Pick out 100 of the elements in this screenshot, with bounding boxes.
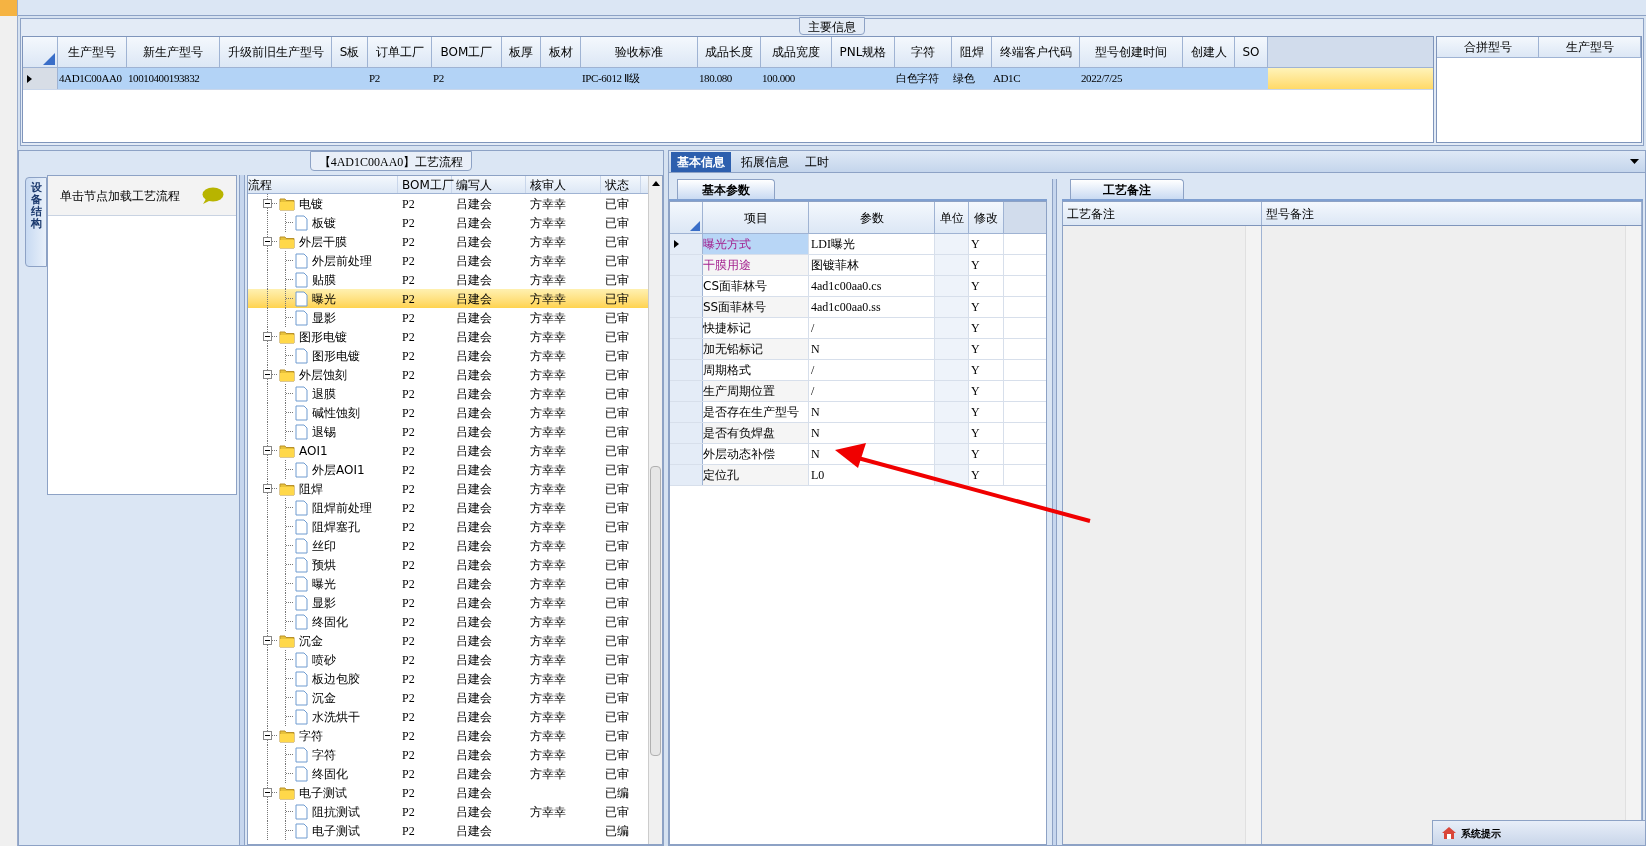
tree-row[interactable]: AOI1 P2 吕建会 方幸幸 已审 [248,441,648,460]
column-header[interactable]: S板 [332,37,368,67]
tree-row[interactable]: 曝光 P2 吕建会 方幸幸 已审 [248,289,648,308]
column-header[interactable]: 板材 [541,37,581,67]
table-cell[interactable]: 周期格式 [703,360,809,380]
tree-row[interactable]: 显影 P2 吕建会 方幸幸 已审 [248,593,648,612]
column-header[interactable]: 字符 [895,37,952,67]
dropdown-icon[interactable] [1630,159,1639,164]
tab[interactable]: 工时 [799,152,835,172]
scrollbar[interactable] [648,176,662,844]
tree-row[interactable]: 水洗烘干 P2 吕建会 方幸幸 已审 [248,707,648,726]
column-header[interactable]: 型号创建时间 [1080,37,1183,67]
tree-row[interactable]: 喷砂 P2 吕建会 方幸幸 已审 [248,650,648,669]
column-header[interactable]: 参数 [809,202,935,233]
tree-row[interactable]: 终固化 P2 吕建会 方幸幸 已审 [248,612,648,631]
column-header[interactable]: 阻焊 [952,37,992,67]
column-header[interactable]: 状态 [601,176,641,193]
tree-row[interactable]: 退膜 P2 吕建会 方幸幸 已审 [248,384,648,403]
table-cell[interactable]: 干膜用途 [703,255,809,275]
tree-row[interactable]: 电镀 P2 吕建会 方幸幸 已审 [248,194,648,213]
column-header[interactable]: 板厚 [502,37,541,67]
column-header[interactable]: 升级前旧生产型号 [220,37,332,67]
tree-row[interactable]: 外层AOI1 P2 吕建会 方幸幸 已审 [248,460,648,479]
side-tab[interactable]: 设备结构 [25,177,47,267]
column-header[interactable]: 生产型号 [58,37,127,67]
column-header[interactable]: BOM工厂 [398,176,452,193]
tree-row[interactable]: 图形电镀 P2 吕建会 方幸幸 已审 [248,327,648,346]
collapse-icon[interactable] [263,199,272,208]
tree-row[interactable]: 沉金 P2 吕建会 方幸幸 已审 [248,631,648,650]
tree-row[interactable]: 字符 P2 吕建会 方幸幸 已审 [248,745,648,764]
collapse-icon[interactable] [263,788,272,797]
column-header[interactable]: 单位 [935,202,969,233]
table-cell[interactable]: 是否有负焊盘 [703,423,809,443]
column-header[interactable]: 成品长度 [698,37,761,67]
table-row[interactable]: 4AD1C00AA0 10010400193832 P2 P2 IPC-6012 Ⅱ级 180.080 100.000 白色字符 绿色 AD1C 2022/7/25 [23,68,1433,90]
column-header[interactable]: 验收标准 [581,37,698,67]
row-header[interactable] [23,68,58,89]
tree-row[interactable]: 沉金 P2 吕建会 方幸幸 已审 [248,688,648,707]
tree-row[interactable]: 电子测试 P2 吕建会 已编 [248,783,648,802]
tree-row[interactable]: 曝光 P2 吕建会 方幸幸 已审 [248,574,648,593]
column-header[interactable]: 项目 [703,202,809,233]
tree-node-label: 图形电镀 [312,347,360,365]
column-header[interactable]: 生产型号 [1539,37,1641,57]
text-area[interactable] [1262,226,1642,844]
column-header[interactable]: 合拼型号 [1437,37,1539,57]
collapse-icon[interactable] [263,636,272,645]
tree-row[interactable]: 外层蚀刻 P2 吕建会 方幸幸 已审 [248,365,648,384]
table-cell[interactable]: 生产周期位置 [703,381,809,401]
column-header[interactable]: 终端客户代码 [992,37,1080,67]
tree-row[interactable]: 外层前处理 P2 吕建会 方幸幸 已审 [248,251,648,270]
row-header[interactable] [670,234,703,254]
tree-row[interactable]: 阻抗测试 P2 吕建会 方幸幸 已审 [248,802,648,821]
table-cell[interactable]: 定位孔 [703,465,809,485]
table-cell[interactable]: 曝光方式 [703,234,809,254]
column-header[interactable]: 核审人 [526,176,601,193]
tree-row[interactable]: 字符 P2 吕建会 方幸幸 已审 [248,726,648,745]
collapse-icon[interactable] [263,237,272,246]
tree-row[interactable]: 显影 P2 吕建会 方幸幸 已审 [248,308,648,327]
tab[interactable]: 工艺备注 [1070,179,1184,199]
tree-row[interactable]: 终固化 P2 吕建会 方幸幸 已审 [248,764,648,783]
collapse-icon[interactable] [263,484,272,493]
collapse-icon[interactable] [263,446,272,455]
tab[interactable]: 基本参数 [677,179,775,199]
collapse-icon[interactable] [263,731,272,740]
table-cell[interactable]: 外层动态补偿 [703,444,809,464]
column-header[interactable]: 新生产型号 [127,37,220,67]
tree-row[interactable]: 板镀 P2 吕建会 方幸幸 已审 [248,213,648,232]
column-header[interactable]: 成品宽度 [761,37,832,67]
table-cell[interactable]: 加无铅标记 [703,339,809,359]
column-header[interactable]: BOM工厂 [432,37,502,67]
tab[interactable]: 基本信息 [671,152,731,172]
tree-row[interactable]: 阻焊 P2 吕建会 方幸幸 已审 [248,479,648,498]
tree-row[interactable]: 阻焊前处理 P2 吕建会 方幸幸 已审 [248,498,648,517]
tab[interactable]: 拓展信息 [735,152,795,172]
column-header[interactable]: 流程 [248,176,398,193]
tree-row[interactable]: 退锡 P2 吕建会 方幸幸 已审 [248,422,648,441]
text-area[interactable] [1063,226,1262,844]
table-cell[interactable]: SS面菲林号 [703,297,809,317]
notification-popup[interactable]: 系统提示 [1432,820,1646,846]
column-header[interactable]: 工艺备注 [1063,202,1262,225]
tree-row[interactable]: 图形电镀 P2 吕建会 方幸幸 已审 [248,346,648,365]
table-cell[interactable]: 是否存在生产型号 [703,402,809,422]
collapse-icon[interactable] [263,332,272,341]
tree-row[interactable]: 丝印 P2 吕建会 方幸幸 已审 [248,536,648,555]
tree-row[interactable]: 碱性蚀刻 P2 吕建会 方幸幸 已审 [248,403,648,422]
tree-row[interactable]: 板边包胶 P2 吕建会 方幸幸 已审 [248,669,648,688]
column-header[interactable]: 型号备注 [1262,202,1642,225]
focused-cell[interactable] [1268,68,1433,89]
column-header[interactable]: PNL规格 [832,37,895,67]
tree-row[interactable]: 预烘 P2 吕建会 方幸幸 已审 [248,555,648,574]
table-cell[interactable]: 快捷标记 [703,318,809,338]
column-header[interactable]: 订单工厂 [368,37,432,67]
tree-row[interactable]: 电子测试 P2 吕建会 已编 [248,821,648,840]
tree-row[interactable]: 外层干膜 P2 吕建会 方幸幸 已审 [248,232,648,251]
tree-row[interactable]: 阻焊塞孔 P2 吕建会 方幸幸 已审 [248,517,648,536]
scroll-up-icon[interactable] [651,181,660,186]
table-cell[interactable]: CS面菲林号 [703,276,809,296]
scrollbar-thumb[interactable] [650,466,661,756]
collapse-icon[interactable] [263,370,272,379]
column-header[interactable]: 创建人 [1183,37,1235,67]
